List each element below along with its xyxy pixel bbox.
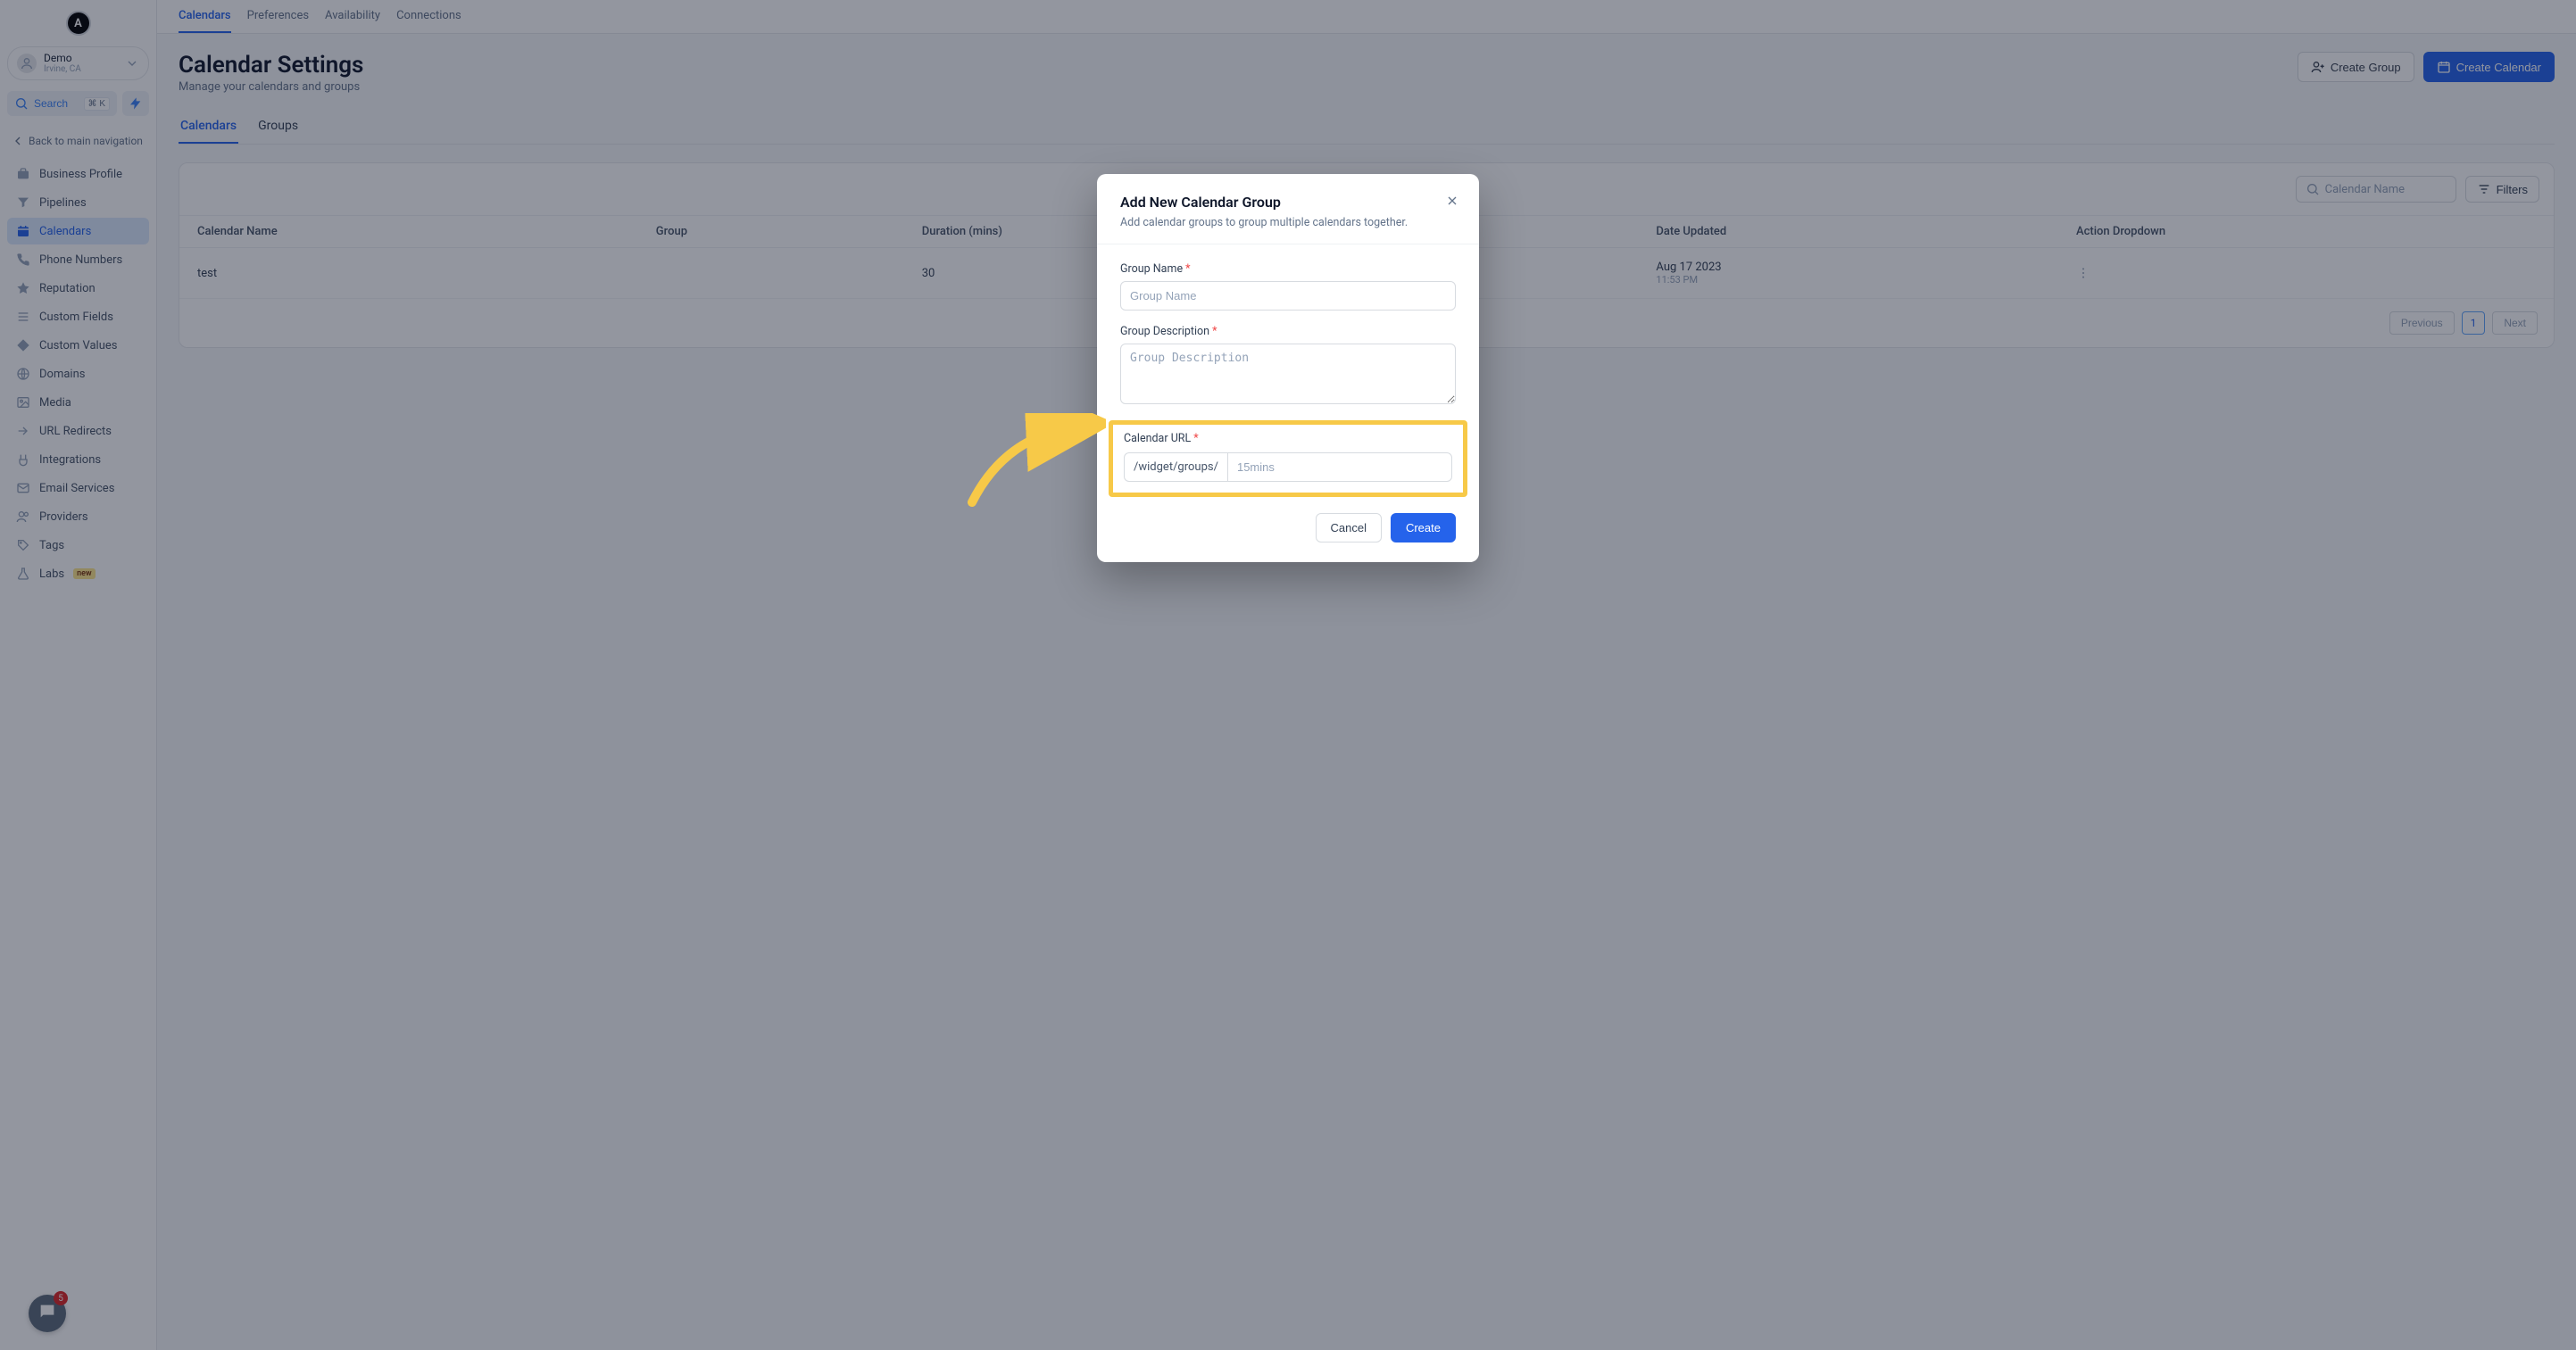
- group-name-label: Group Name*: [1120, 262, 1456, 276]
- calendar-url-prefix: /widget/groups/: [1124, 452, 1227, 482]
- calendar-url-row: /widget/groups/: [1124, 452, 1452, 482]
- add-calendar-group-modal: Add New Calendar Group Add calendar grou…: [1097, 174, 1479, 562]
- modal-subtitle: Add calendar groups to group multiple ca…: [1120, 216, 1456, 229]
- required-mark: *: [1193, 432, 1198, 445]
- app-root: A Demo Irvine, CA Search ⌘ K: [0, 0, 2576, 1350]
- modal-body: Group Name* Group Description* Calendar …: [1097, 244, 1479, 497]
- calendar-url-label: Calendar URL*: [1124, 432, 1452, 445]
- required-mark: *: [1185, 262, 1190, 276]
- modal-cancel-button[interactable]: Cancel: [1316, 513, 1382, 542]
- modal-close-button[interactable]: [1443, 192, 1461, 210]
- modal-footer: Cancel Create: [1097, 497, 1479, 562]
- group-desc-textarea[interactable]: [1120, 344, 1456, 404]
- group-desc-label: Group Description*: [1120, 325, 1456, 338]
- calendar-url-highlight: Calendar URL* /widget/groups/: [1109, 420, 1467, 497]
- annotation-arrow: [963, 413, 1106, 511]
- modal-overlay[interactable]: Add New Calendar Group Add calendar grou…: [0, 0, 2576, 1350]
- modal-create-button[interactable]: Create: [1391, 513, 1456, 542]
- required-mark: *: [1212, 325, 1217, 338]
- modal-header: Add New Calendar Group Add calendar grou…: [1097, 174, 1479, 242]
- field-group-name: Group Name*: [1120, 262, 1456, 311]
- close-icon: [1445, 194, 1459, 208]
- modal-title: Add New Calendar Group: [1120, 194, 1456, 211]
- calendar-url-input[interactable]: [1227, 452, 1452, 482]
- field-group-description: Group Description*: [1120, 325, 1456, 408]
- group-name-input[interactable]: [1120, 281, 1456, 311]
